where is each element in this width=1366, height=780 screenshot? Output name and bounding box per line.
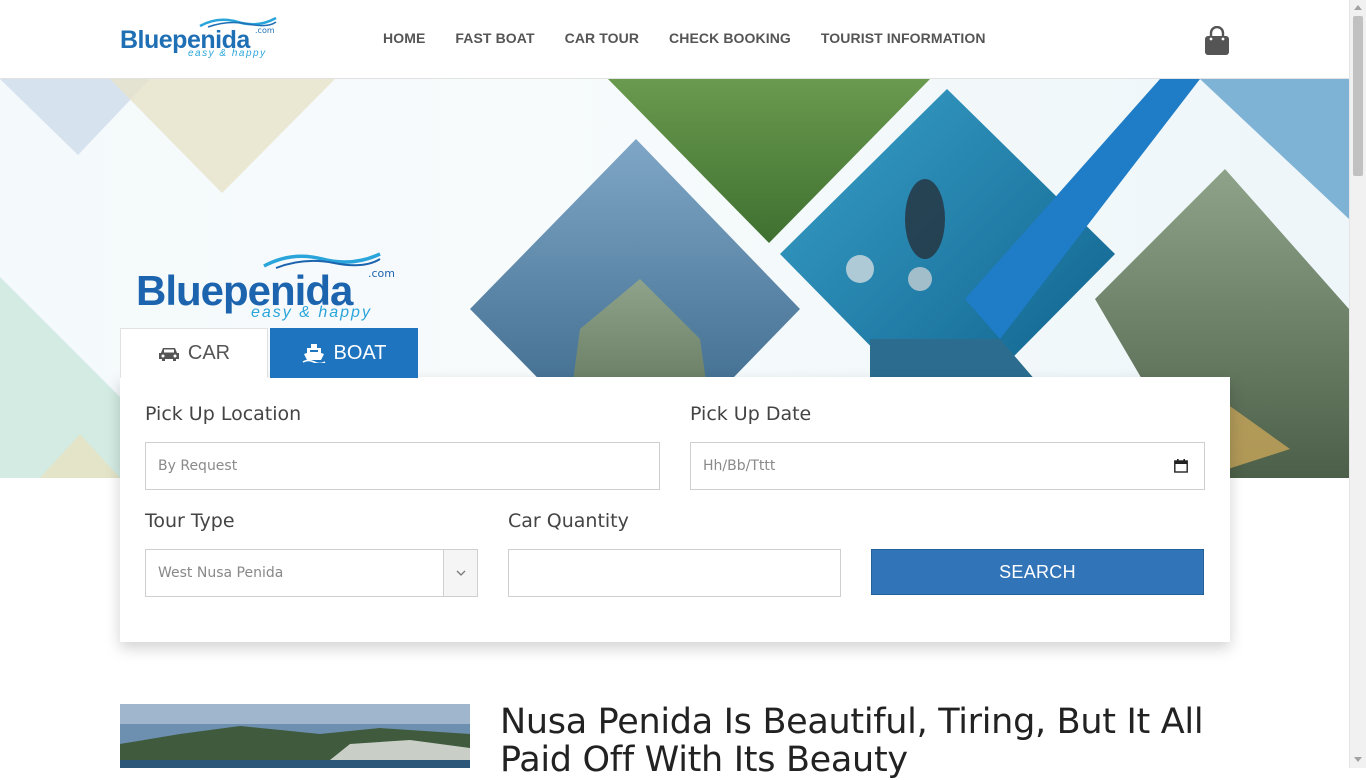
tab-car[interactable]: CAR <box>120 328 268 378</box>
nav-fast-boat[interactable]: FAST BOAT <box>455 30 534 46</box>
tour-type-label: Tour Type <box>145 510 235 532</box>
nav-home[interactable]: HOME <box>383 30 425 46</box>
car-icon <box>158 347 179 361</box>
brand-domain: .com <box>255 26 275 35</box>
nav-check-booking[interactable]: CHECK BOOKING <box>669 30 791 46</box>
car-quantity-input[interactable] <box>521 565 828 581</box>
tour-type-select[interactable]: West Nusa Penida <box>145 549 478 597</box>
booking-form: Pick Up Location Pick Up Date Tour Type … <box>120 377 1230 642</box>
ship-icon <box>302 344 325 363</box>
pickup-date-input[interactable] <box>703 458 1192 474</box>
hero-logo-domain: .com <box>368 267 395 280</box>
scroll-up-arrow[interactable] <box>1354 5 1362 10</box>
page-scrollbar[interactable] <box>1349 0 1366 768</box>
hero-logo-tagline: easy & happy <box>251 304 372 321</box>
search-button[interactable]: SEARCH <box>871 549 1204 595</box>
pickup-location-label: Pick Up Location <box>145 403 302 425</box>
calendar-icon[interactable] <box>1174 459 1188 473</box>
hero-logo: Bluepenida .com easy & happy <box>136 249 396 324</box>
brand-tagline: easy & happy <box>188 48 267 59</box>
scroll-thumb[interactable] <box>1353 16 1363 176</box>
chevron-down-icon <box>456 570 465 576</box>
scroll-down-arrow[interactable] <box>1354 757 1362 762</box>
tab-car-label: CAR <box>187 342 231 364</box>
nav-tourist-information[interactable]: TOURIST INFORMATION <box>821 30 986 46</box>
site-header: Bluepenida .com easy & happy HOME FAST B… <box>0 0 1349 79</box>
dropdown-toggle[interactable] <box>443 550 477 596</box>
tour-type-value: West Nusa Penida <box>158 565 284 581</box>
tab-boat-label: BOAT <box>333 341 387 364</box>
pickup-date-label: Pick Up Date <box>690 403 812 425</box>
nav-car-tour[interactable]: CAR TOUR <box>565 30 639 46</box>
tab-boat[interactable]: BOAT <box>270 328 418 378</box>
wave-icon <box>263 252 381 269</box>
brand-logo[interactable]: Bluepenida .com easy & happy <box>120 14 277 60</box>
main-nav: HOME FAST BOAT CAR TOUR CHECK BOOKING TO… <box>383 30 1016 46</box>
pickup-location-field[interactable] <box>145 442 660 490</box>
car-quantity-field[interactable] <box>508 549 841 597</box>
car-quantity-label: Car Quantity <box>508 510 629 532</box>
pickup-date-field[interactable] <box>690 442 1205 490</box>
pickup-location-input[interactable] <box>158 458 647 474</box>
article-image[interactable] <box>120 704 470 768</box>
shopping-bag-icon[interactable] <box>1204 26 1230 56</box>
